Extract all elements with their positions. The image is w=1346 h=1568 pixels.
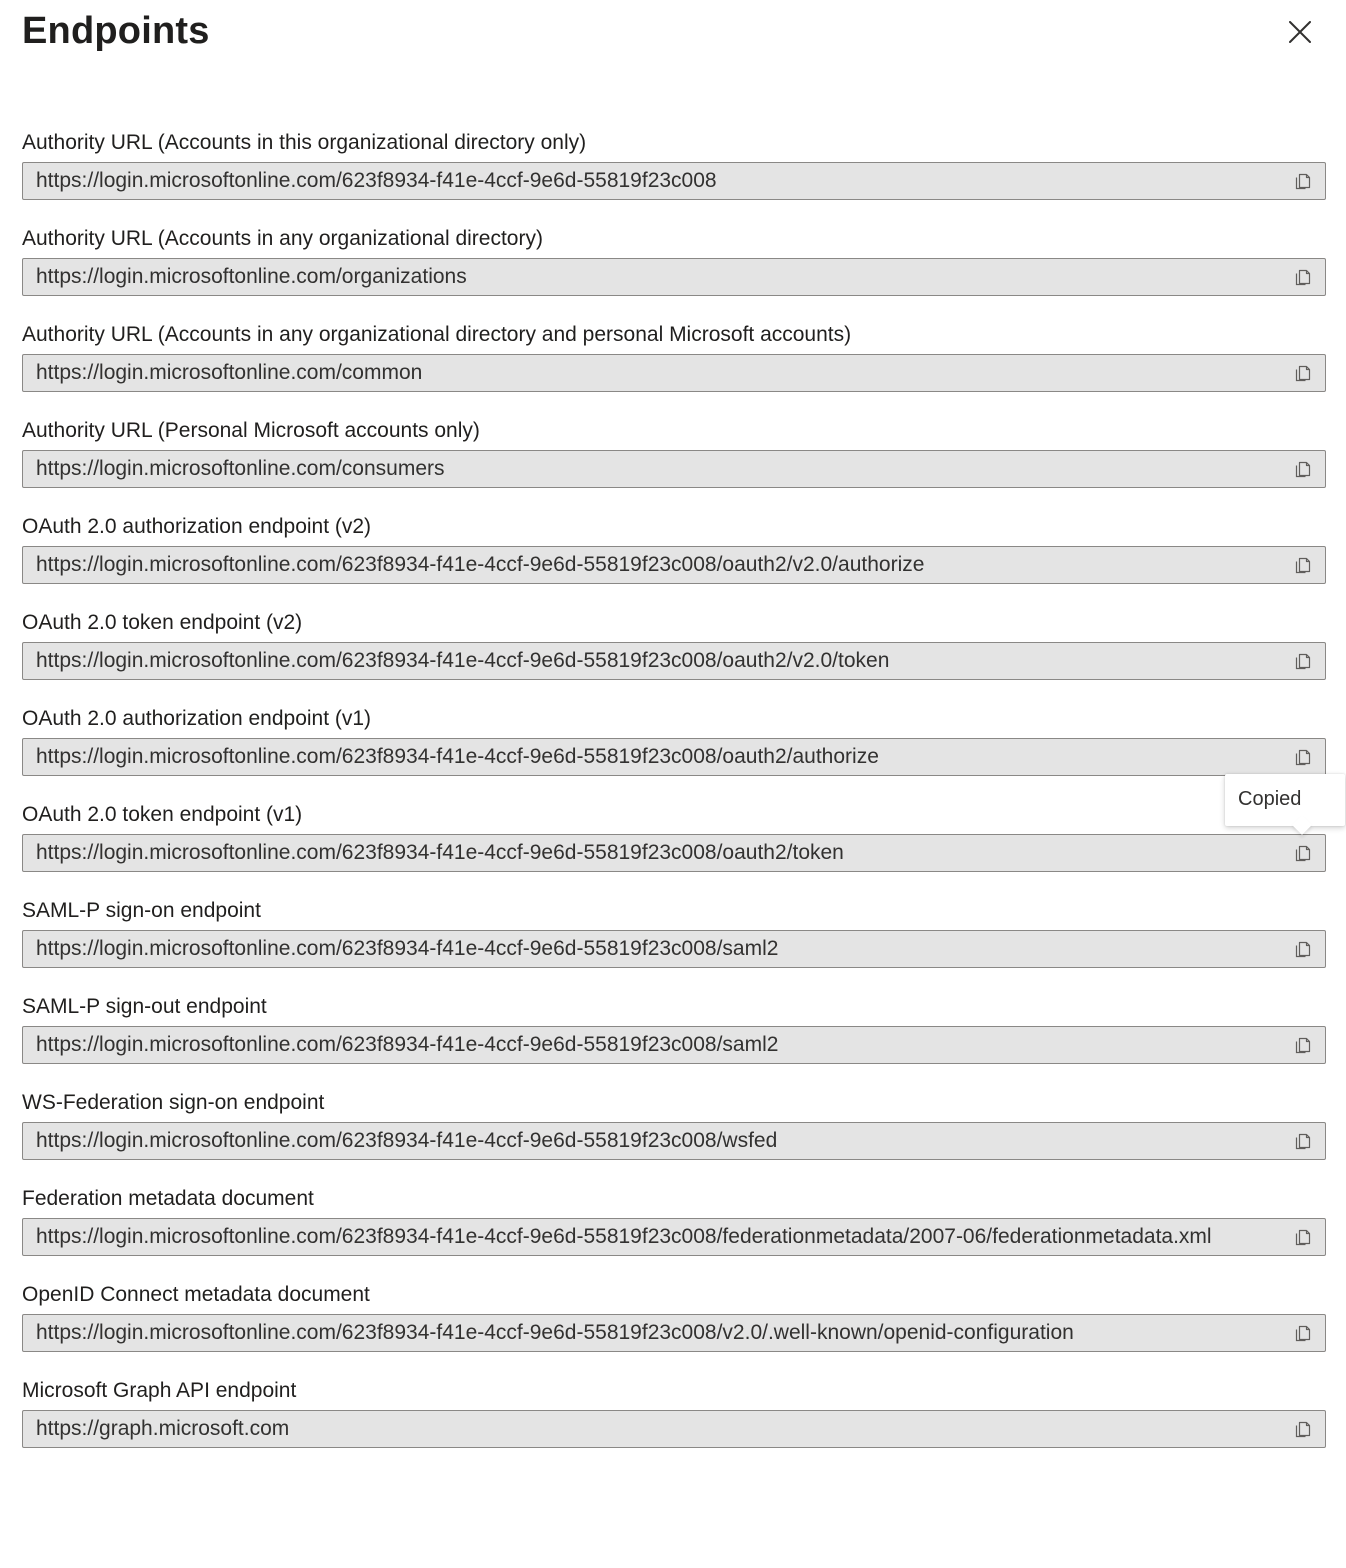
endpoint-textbox[interactable]: https://login.microsoftonline.com/623f89… [22,1122,1326,1160]
copy-button[interactable] [1289,647,1317,675]
endpoints-panel: Endpoints Authority URL (Accounts in thi… [0,0,1346,1568]
endpoint-label: Authority URL (Accounts in any organizat… [22,323,852,346]
copy-button[interactable] [1289,551,1317,579]
copy-icon [1295,653,1311,670]
copy-icon [1295,1229,1311,1246]
endpoint-field: OpenID Connect metadata document https:/… [22,1276,1326,1372]
endpoint-label: OAuth 2.0 authorization endpoint (v2) [22,515,372,538]
endpoint-textbox[interactable]: https://graph.microsoft.com [22,1410,1326,1448]
endpoint-field: SAML-P sign-on endpoint https://login.mi… [22,892,1326,988]
endpoint-label: Federation metadata document [22,1187,314,1210]
endpoint-value[interactable]: https://login.microsoftonline.com/623f89… [36,1123,1286,1159]
endpoint-label: OpenID Connect metadata document [22,1283,370,1306]
endpoint-textbox[interactable]: https://login.microsoftonline.com/623f89… [22,1314,1326,1352]
endpoint-value[interactable]: https://graph.microsoft.com [36,1411,1286,1447]
endpoint-value[interactable]: https://login.microsoftonline.com/623f89… [36,931,1286,967]
copy-button[interactable] [1289,1223,1317,1251]
endpoint-textbox[interactable]: https://login.microsoftonline.com/consum… [22,450,1326,488]
endpoint-field: OAuth 2.0 authorization endpoint (v1) ht… [22,700,1326,796]
endpoint-value[interactable]: https://login.microsoftonline.com/623f89… [36,1027,1286,1063]
endpoint-value[interactable]: https://login.microsoftonline.com/organi… [36,259,1286,295]
endpoint-label: OAuth 2.0 token endpoint (v1) [22,803,303,826]
endpoint-textbox[interactable]: https://login.microsoftonline.com/623f89… [22,1026,1326,1064]
endpoint-field: Microsoft Graph API endpoint https://gra… [22,1372,1326,1468]
copy-icon [1295,1421,1311,1438]
copy-icon [1295,1325,1311,1342]
endpoint-textbox[interactable]: https://login.microsoftonline.com/organi… [22,258,1326,296]
copy-icon [1295,269,1311,286]
copy-icon [1295,365,1311,382]
endpoint-label: Authority URL (Accounts in any organizat… [22,227,543,250]
copy-button[interactable] [1289,167,1317,195]
endpoint-textbox[interactable]: https://login.microsoftonline.com/623f89… [22,162,1326,200]
endpoint-textbox[interactable]: https://login.microsoftonline.com/common [22,354,1326,392]
endpoint-label: Microsoft Graph API endpoint [22,1379,297,1402]
endpoint-field: Authority URL (Personal Microsoft accoun… [22,412,1326,508]
panel-title: Endpoints [22,10,210,52]
copy-button[interactable] [1289,1127,1317,1155]
copy-button[interactable] [1289,935,1317,963]
tooltip-text: Copied [1238,788,1302,810]
copied-tooltip: Copied [1225,774,1345,835]
endpoint-field: OAuth 2.0 token endpoint (v1) https://lo… [22,796,1326,892]
copy-button[interactable] [1289,359,1317,387]
copy-icon [1295,461,1311,478]
endpoint-label: OAuth 2.0 token endpoint (v2) [22,611,303,634]
endpoint-value[interactable]: https://login.microsoftonline.com/623f89… [36,835,1286,871]
copy-button[interactable] [1289,263,1317,291]
close-button[interactable] [1282,14,1318,50]
endpoint-textbox[interactable]: https://login.microsoftonline.com/623f89… [22,642,1326,680]
copy-icon [1295,173,1311,190]
endpoint-textbox[interactable]: https://login.microsoftonline.com/623f89… [22,930,1326,968]
endpoint-value[interactable]: https://login.microsoftonline.com/623f89… [36,163,1286,199]
endpoint-value[interactable]: https://login.microsoftonline.com/623f89… [36,643,1286,679]
copy-button[interactable] [1289,1031,1317,1059]
endpoint-textbox[interactable]: https://login.microsoftonline.com/623f89… [22,738,1326,776]
endpoint-label: OAuth 2.0 authorization endpoint (v1) [22,707,372,730]
endpoint-label: WS-Federation sign-on endpoint [22,1091,325,1114]
copy-button[interactable] [1289,1319,1317,1347]
endpoint-field: SAML-P sign-out endpoint https://login.m… [22,988,1326,1084]
endpoint-value[interactable]: https://login.microsoftonline.com/consum… [36,451,1286,487]
endpoint-textbox[interactable]: https://login.microsoftonline.com/623f89… [22,834,1326,872]
endpoint-value[interactable]: https://login.microsoftonline.com/623f89… [36,739,1286,775]
endpoint-field: Authority URL (Accounts in any organizat… [22,220,1326,316]
copy-button[interactable] [1289,839,1317,867]
endpoint-field: OAuth 2.0 token endpoint (v2) https://lo… [22,604,1326,700]
endpoint-value[interactable]: https://login.microsoftonline.com/623f89… [36,1315,1286,1351]
copy-button[interactable] [1289,1415,1317,1443]
endpoint-field: WS-Federation sign-on endpoint https://l… [22,1084,1326,1180]
endpoint-label: SAML-P sign-out endpoint [22,995,267,1018]
endpoint-value[interactable]: https://login.microsoftonline.com/common [36,355,1286,391]
endpoint-label: SAML-P sign-on endpoint [22,899,261,922]
copy-icon [1295,845,1311,862]
endpoint-field: OAuth 2.0 authorization endpoint (v2) ht… [22,508,1326,604]
copy-button[interactable] [1289,743,1317,771]
endpoint-label: Authority URL (Personal Microsoft accoun… [22,419,480,442]
endpoint-field: Authority URL (Accounts in any organizat… [22,316,1326,412]
copy-icon [1295,557,1311,574]
endpoint-field: Authority URL (Accounts in this organiza… [22,124,1326,220]
endpoint-value[interactable]: https://login.microsoftonline.com/623f89… [36,1219,1286,1255]
copy-icon [1295,941,1311,958]
endpoint-label: Authority URL (Accounts in this organiza… [22,131,587,154]
endpoint-textbox[interactable]: https://login.microsoftonline.com/623f89… [22,546,1326,584]
endpoint-list: Authority URL (Accounts in this organiza… [22,124,1326,1468]
copy-icon [1295,1133,1311,1150]
endpoint-value[interactable]: https://login.microsoftonline.com/623f89… [36,547,1286,583]
copy-button[interactable] [1289,455,1317,483]
copy-icon [1295,749,1311,766]
copy-icon [1295,1037,1311,1054]
endpoint-textbox[interactable]: https://login.microsoftonline.com/623f89… [22,1218,1326,1256]
close-icon [1289,21,1311,43]
endpoint-field: Federation metadata document https://log… [22,1180,1326,1276]
